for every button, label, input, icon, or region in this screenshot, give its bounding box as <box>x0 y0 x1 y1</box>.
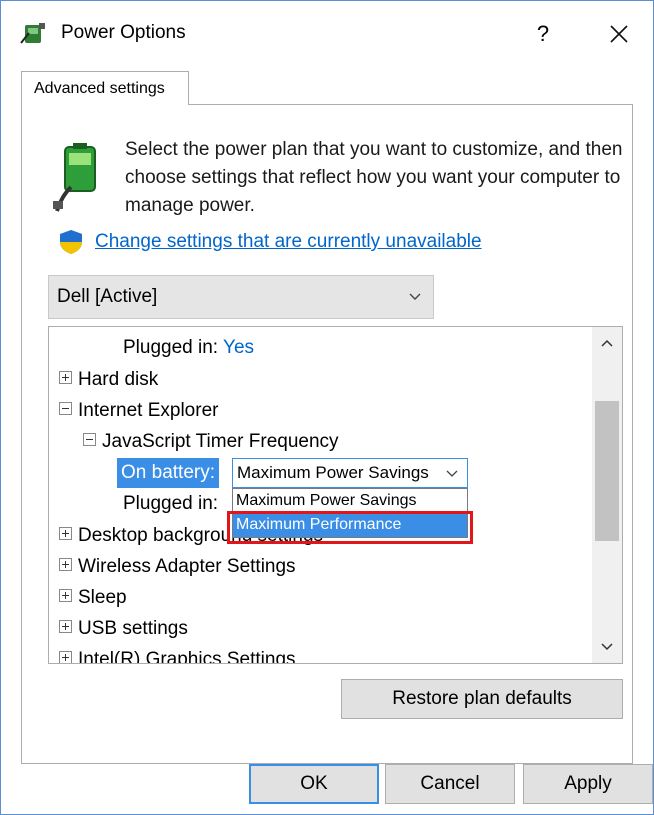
power-plan-value: Dell [Active] <box>57 286 158 307</box>
tree-item-label: USB settings <box>78 618 188 639</box>
on-battery-dropdown-list: Maximum Power Savings Maximum Performanc… <box>232 488 468 538</box>
scroll-down-button[interactable] <box>592 629 622 663</box>
title-bar: Power Options ? <box>1 1 653 63</box>
tree-item-sleep[interactable]: Sleep <box>59 583 127 613</box>
dropdown-option-max-performance[interactable]: Maximum Performance <box>233 513 467 537</box>
help-button[interactable]: ? <box>528 19 558 49</box>
plugged-in-value[interactable]: Yes <box>223 337 254 358</box>
change-settings-link[interactable]: Change settings that are currently unava… <box>95 231 482 253</box>
collapse-icon[interactable] <box>59 402 72 416</box>
expand-icon[interactable] <box>59 589 72 603</box>
tree-item-label: Hard disk <box>78 369 159 390</box>
close-button[interactable] <box>604 19 634 49</box>
power-plan-select[interactable]: Dell [Active] <box>48 275 434 319</box>
ok-button[interactable]: OK <box>249 764 379 804</box>
tree-item-label: Internet Explorer <box>78 400 219 421</box>
tree-item-label: Sleep <box>78 587 127 608</box>
tree-row-on-battery[interactable]: On battery: <box>117 458 219 488</box>
tree-item-graphics[interactable]: Intel(R) Graphics Settings <box>59 645 296 664</box>
chevron-down-icon <box>446 470 458 477</box>
restore-defaults-button[interactable]: Restore plan defaults <box>341 679 623 719</box>
cancel-button[interactable]: Cancel <box>385 764 515 804</box>
plugged-in-label: Plugged in: <box>123 493 219 514</box>
expand-icon[interactable] <box>59 651 72 663</box>
scroll-up-button[interactable] <box>592 327 622 361</box>
on-battery-label: On battery: <box>117 458 219 488</box>
window-title: Power Options <box>61 22 186 43</box>
tree-item-js-timer[interactable]: JavaScript Timer Frequency <box>83 427 339 457</box>
tree-item-hard-disk[interactable]: Hard disk <box>59 365 158 395</box>
tab-advanced-settings[interactable]: Advanced settings <box>21 71 189 105</box>
collapse-icon[interactable] <box>83 433 96 447</box>
tree-item-label: Intel(R) Graphics Settings <box>78 649 296 664</box>
apply-button[interactable]: Apply <box>523 764 653 804</box>
shield-icon <box>60 230 82 254</box>
expand-icon[interactable] <box>59 527 72 541</box>
chevron-down-icon <box>409 293 421 300</box>
battery-plug-icon <box>53 143 96 212</box>
close-icon <box>610 25 628 43</box>
description-text: Select the power plan that you want to c… <box>125 139 623 216</box>
chevron-down-icon <box>601 643 613 651</box>
scroll-thumb[interactable] <box>595 401 619 541</box>
vertical-scrollbar[interactable] <box>592 327 622 663</box>
expand-icon[interactable] <box>59 371 72 385</box>
on-battery-select[interactable]: Maximum Power Savings <box>232 458 468 488</box>
tree-row-plugged-in: Plugged in: <box>123 489 218 519</box>
on-battery-value: Maximum Power Savings <box>237 463 429 482</box>
tree-item-label: JavaScript Timer Frequency <box>102 431 339 452</box>
tree-item-label: Wireless Adapter Settings <box>78 556 296 577</box>
expand-icon[interactable] <box>59 620 72 634</box>
plugged-in-label: Plugged in: <box>123 337 219 358</box>
tree-item-internet-explorer[interactable]: Internet Explorer <box>59 396 218 426</box>
tree-row-plugged-in-top: Plugged in: Yes <box>123 333 254 363</box>
expand-icon[interactable] <box>59 558 72 572</box>
power-options-icon <box>20 23 45 44</box>
tree-item-usb[interactable]: USB settings <box>59 614 188 644</box>
settings-tree[interactable]: Plugged in: Yes Hard disk Internet Explo… <box>48 326 623 664</box>
tree-item-wireless[interactable]: Wireless Adapter Settings <box>59 552 296 582</box>
chevron-up-icon <box>601 339 613 347</box>
power-options-window: Power Options ? Advanced settings Select… <box>0 0 654 815</box>
dropdown-option-max-power-savings[interactable]: Maximum Power Savings <box>233 489 467 513</box>
